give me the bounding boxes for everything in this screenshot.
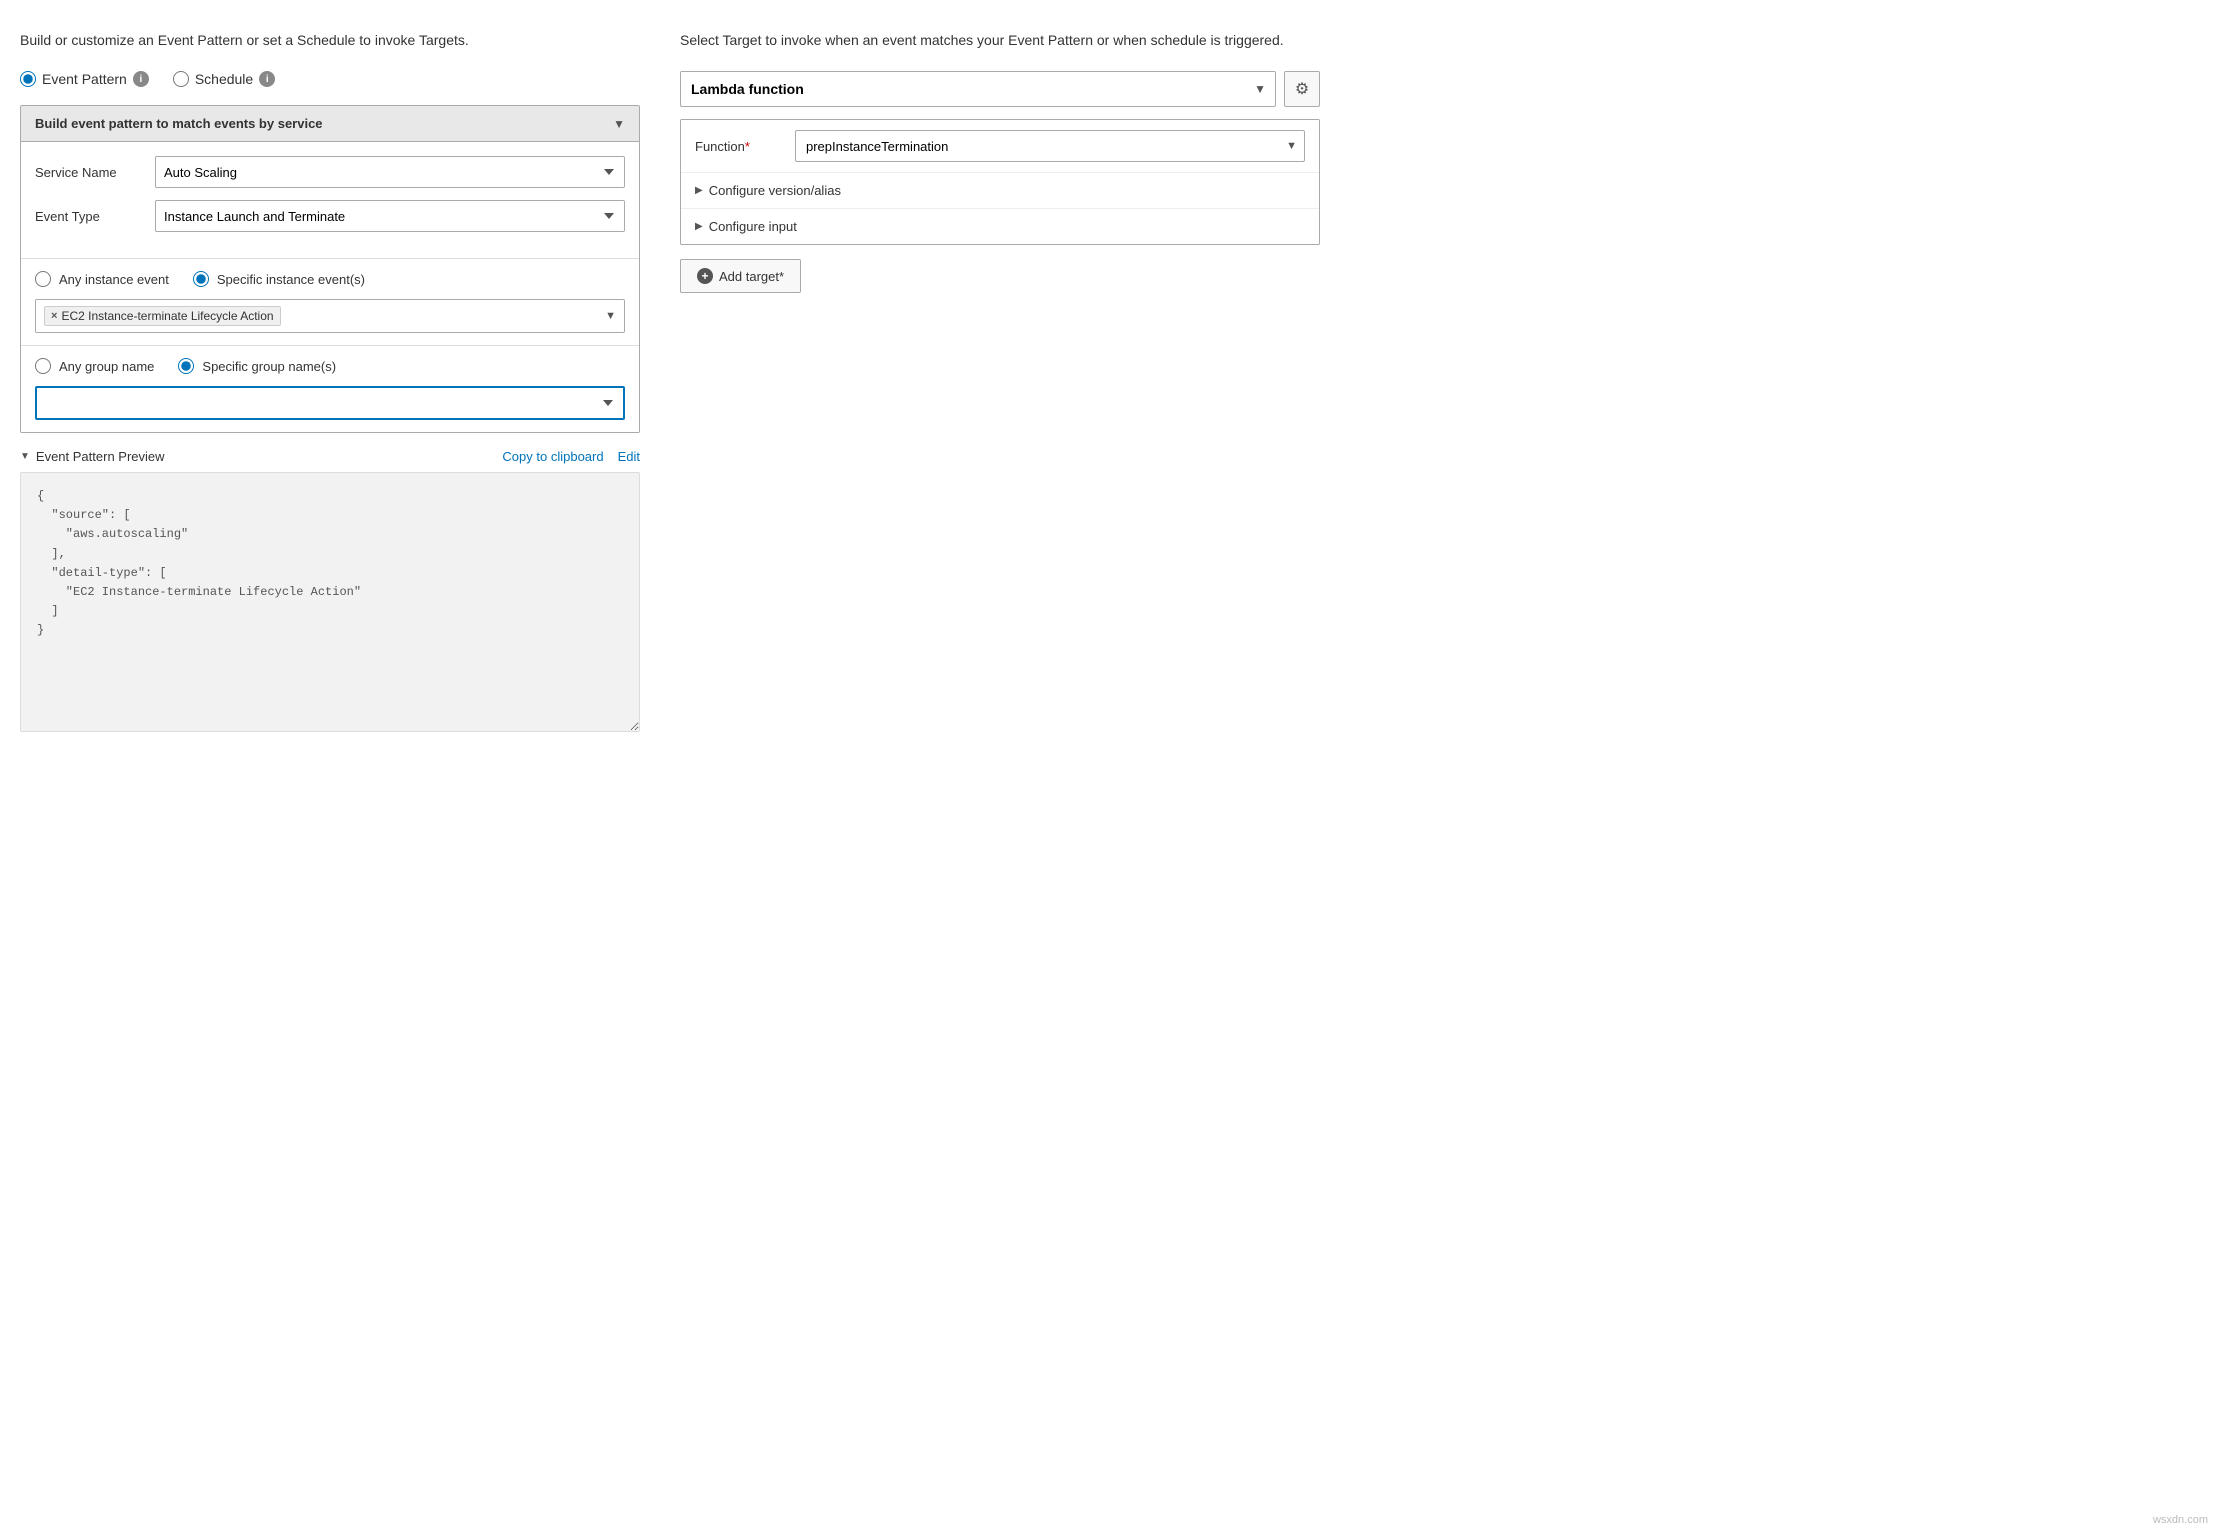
target-row: Lambda function ▼ ⚙ — [680, 71, 1320, 107]
configure-version-row[interactable]: ▶ Configure version/alias — [681, 173, 1319, 209]
event-type-select[interactable]: Instance Launch and Terminate — [155, 200, 625, 232]
preview-collapse-icon: ▼ — [20, 451, 30, 462]
event-pattern-info-icon[interactable]: i — [133, 71, 149, 87]
preview-section: ▼ Event Pattern Preview Copy to clipboar… — [20, 449, 640, 732]
tag-item: × EC2 Instance-terminate Lifecycle Actio… — [44, 306, 281, 326]
instance-event-section: Any instance event Specific instance eve… — [21, 258, 639, 345]
configure-version-label: Configure version/alias — [709, 183, 841, 198]
preview-title-text: Event Pattern Preview — [36, 449, 165, 464]
event-pattern-radio[interactable] — [20, 71, 36, 87]
target-type-select[interactable]: Lambda function — [680, 71, 1276, 107]
preview-title[interactable]: ▼ Event Pattern Preview — [20, 449, 165, 464]
event-pattern-radio-label[interactable]: Event Pattern i — [20, 71, 149, 87]
tag-close-icon[interactable]: × — [51, 310, 57, 322]
tag-select-container[interactable]: × EC2 Instance-terminate Lifecycle Actio… — [35, 299, 625, 333]
specific-group-option[interactable]: Specific group name(s) — [178, 358, 336, 374]
any-instance-radio[interactable] — [35, 271, 51, 287]
add-target-label: Add target* — [719, 269, 784, 284]
right-panel: Select Target to invoke when an event ma… — [680, 30, 1320, 732]
pattern-schedule-radio-group: Event Pattern i Schedule i — [20, 71, 640, 87]
schedule-info-icon[interactable]: i — [259, 71, 275, 87]
configure-input-arrow-icon: ▶ — [695, 221, 703, 232]
specific-instance-label: Specific instance event(s) — [217, 272, 365, 287]
schedule-radio[interactable] — [173, 71, 189, 87]
any-instance-label: Any instance event — [59, 272, 169, 287]
specific-instance-option[interactable]: Specific instance event(s) — [193, 271, 365, 287]
configure-input-label: Configure input — [709, 219, 797, 234]
right-intro-text: Select Target to invoke when an event ma… — [680, 30, 1320, 51]
add-target-plus-icon: + — [697, 268, 713, 284]
config-gear-icon: ⚙ — [1295, 79, 1309, 99]
service-name-label: Service Name — [35, 165, 155, 180]
tag-label-text: EC2 Instance-terminate Lifecycle Action — [61, 309, 273, 323]
left-intro-text: Build or customize an Event Pattern or s… — [20, 30, 640, 51]
event-pattern-box: Build event pattern to match events by s… — [20, 105, 640, 433]
group-name-section: Any group name Specific group name(s) — [21, 345, 639, 432]
service-name-row: Service Name Auto Scaling — [35, 156, 625, 188]
event-pattern-radio-text: Event Pattern — [42, 71, 127, 87]
any-group-radio[interactable] — [35, 358, 51, 374]
specific-group-radio[interactable] — [178, 358, 194, 374]
target-select-wrapper: Lambda function ▼ — [680, 71, 1276, 107]
specific-instance-radio[interactable] — [193, 271, 209, 287]
function-label-text: Function — [695, 139, 745, 154]
event-pattern-header-text: Build event pattern to match events by s… — [35, 116, 323, 131]
watermark: wsxdn.com — [2153, 1514, 2208, 1526]
specific-group-label: Specific group name(s) — [202, 359, 336, 374]
event-type-row: Event Type Instance Launch and Terminate — [35, 200, 625, 232]
schedule-radio-text: Schedule — [195, 71, 253, 87]
any-group-label: Any group name — [59, 359, 154, 374]
function-required-marker: * — [745, 139, 750, 154]
event-pattern-header[interactable]: Build event pattern to match events by s… — [21, 106, 639, 142]
function-row: Function* prepInstanceTermination ▼ — [681, 120, 1319, 173]
instance-event-radio-row: Any instance event Specific instance eve… — [35, 271, 625, 287]
preview-code-block: { "source": [ "aws.autoscaling" ], "deta… — [20, 472, 640, 732]
event-type-label: Event Type — [35, 209, 155, 224]
left-panel: Build or customize an Event Pattern or s… — [20, 30, 640, 732]
event-pattern-header-chevron: ▼ — [613, 117, 625, 131]
target-details-box: Function* prepInstanceTermination ▼ ▶ Co… — [680, 119, 1320, 245]
configure-input-row[interactable]: ▶ Configure input — [681, 209, 1319, 244]
add-target-button[interactable]: + Add target* — [680, 259, 801, 293]
group-name-select[interactable] — [35, 386, 625, 420]
function-select[interactable]: prepInstanceTermination — [795, 130, 1305, 162]
service-form-section: Service Name Auto Scaling Event Type Ins… — [21, 142, 639, 258]
copy-to-clipboard-link[interactable]: Copy to clipboard — [502, 449, 603, 464]
schedule-radio-label[interactable]: Schedule i — [173, 71, 275, 87]
function-select-wrapper: prepInstanceTermination ▼ — [795, 130, 1305, 162]
preview-header: ▼ Event Pattern Preview Copy to clipboar… — [20, 449, 640, 464]
tag-select-chevron-icon: ▼ — [605, 310, 616, 322]
any-group-option[interactable]: Any group name — [35, 358, 154, 374]
service-name-select[interactable]: Auto Scaling — [155, 156, 625, 188]
group-name-radio-row: Any group name Specific group name(s) — [35, 358, 625, 374]
edit-link[interactable]: Edit — [618, 449, 640, 464]
preview-actions: Copy to clipboard Edit — [502, 449, 640, 464]
function-label: Function* — [695, 139, 795, 154]
configure-version-arrow-icon: ▶ — [695, 185, 703, 196]
any-instance-option[interactable]: Any instance event — [35, 271, 169, 287]
target-config-button[interactable]: ⚙ — [1284, 71, 1320, 107]
